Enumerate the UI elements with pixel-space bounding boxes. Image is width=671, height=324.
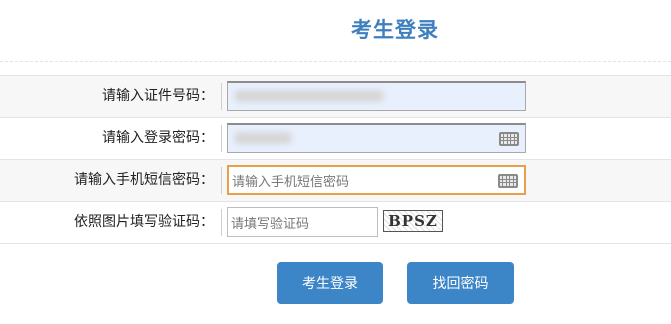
title-divider [0, 61, 671, 62]
captcha-input[interactable]: 请填写验证码 [227, 207, 378, 237]
page-title: 考生登录 [351, 18, 439, 42]
redacted-value [234, 90, 384, 102]
label-separator [221, 83, 222, 110]
captcha-image[interactable]: BPSZ [383, 210, 443, 232]
captcha-row: 依照图片填写验证码： 请填写验证码 BPSZ [0, 201, 671, 244]
label-separator [221, 125, 222, 152]
login-button[interactable]: 考生登录 [277, 262, 383, 304]
keyboard-icon[interactable] [498, 174, 518, 188]
label-separator [221, 209, 222, 236]
captcha-label: 依照图片填写验证码： [74, 214, 214, 230]
keyboard-icon[interactable] [499, 132, 519, 146]
sms-code-placeholder: 请输入手机短信密码 [232, 174, 350, 190]
sms-code-label: 请输入手机短信密码： [74, 172, 214, 188]
id-number-input[interactable] [227, 81, 526, 111]
redacted-value [234, 132, 292, 144]
recover-password-button[interactable]: 找回密码 [407, 262, 514, 304]
captcha-placeholder: 请填写验证码 [231, 216, 310, 232]
password-input[interactable] [227, 123, 526, 153]
id-number-row: 请输入证件号码： [0, 75, 671, 117]
login-form: 请输入证件号码： 请输入登录密码： 请输入手机短信密码： 请输入手机短信密码 依… [0, 75, 671, 244]
label-separator [221, 167, 222, 194]
sms-code-input[interactable]: 请输入手机短信密码 [227, 165, 526, 195]
id-number-label: 请输入证件号码： [102, 88, 214, 104]
sms-code-row: 请输入手机短信密码： 请输入手机短信密码 [0, 159, 671, 201]
password-label: 请输入登录密码： [102, 130, 214, 146]
password-row: 请输入登录密码： [0, 117, 671, 159]
